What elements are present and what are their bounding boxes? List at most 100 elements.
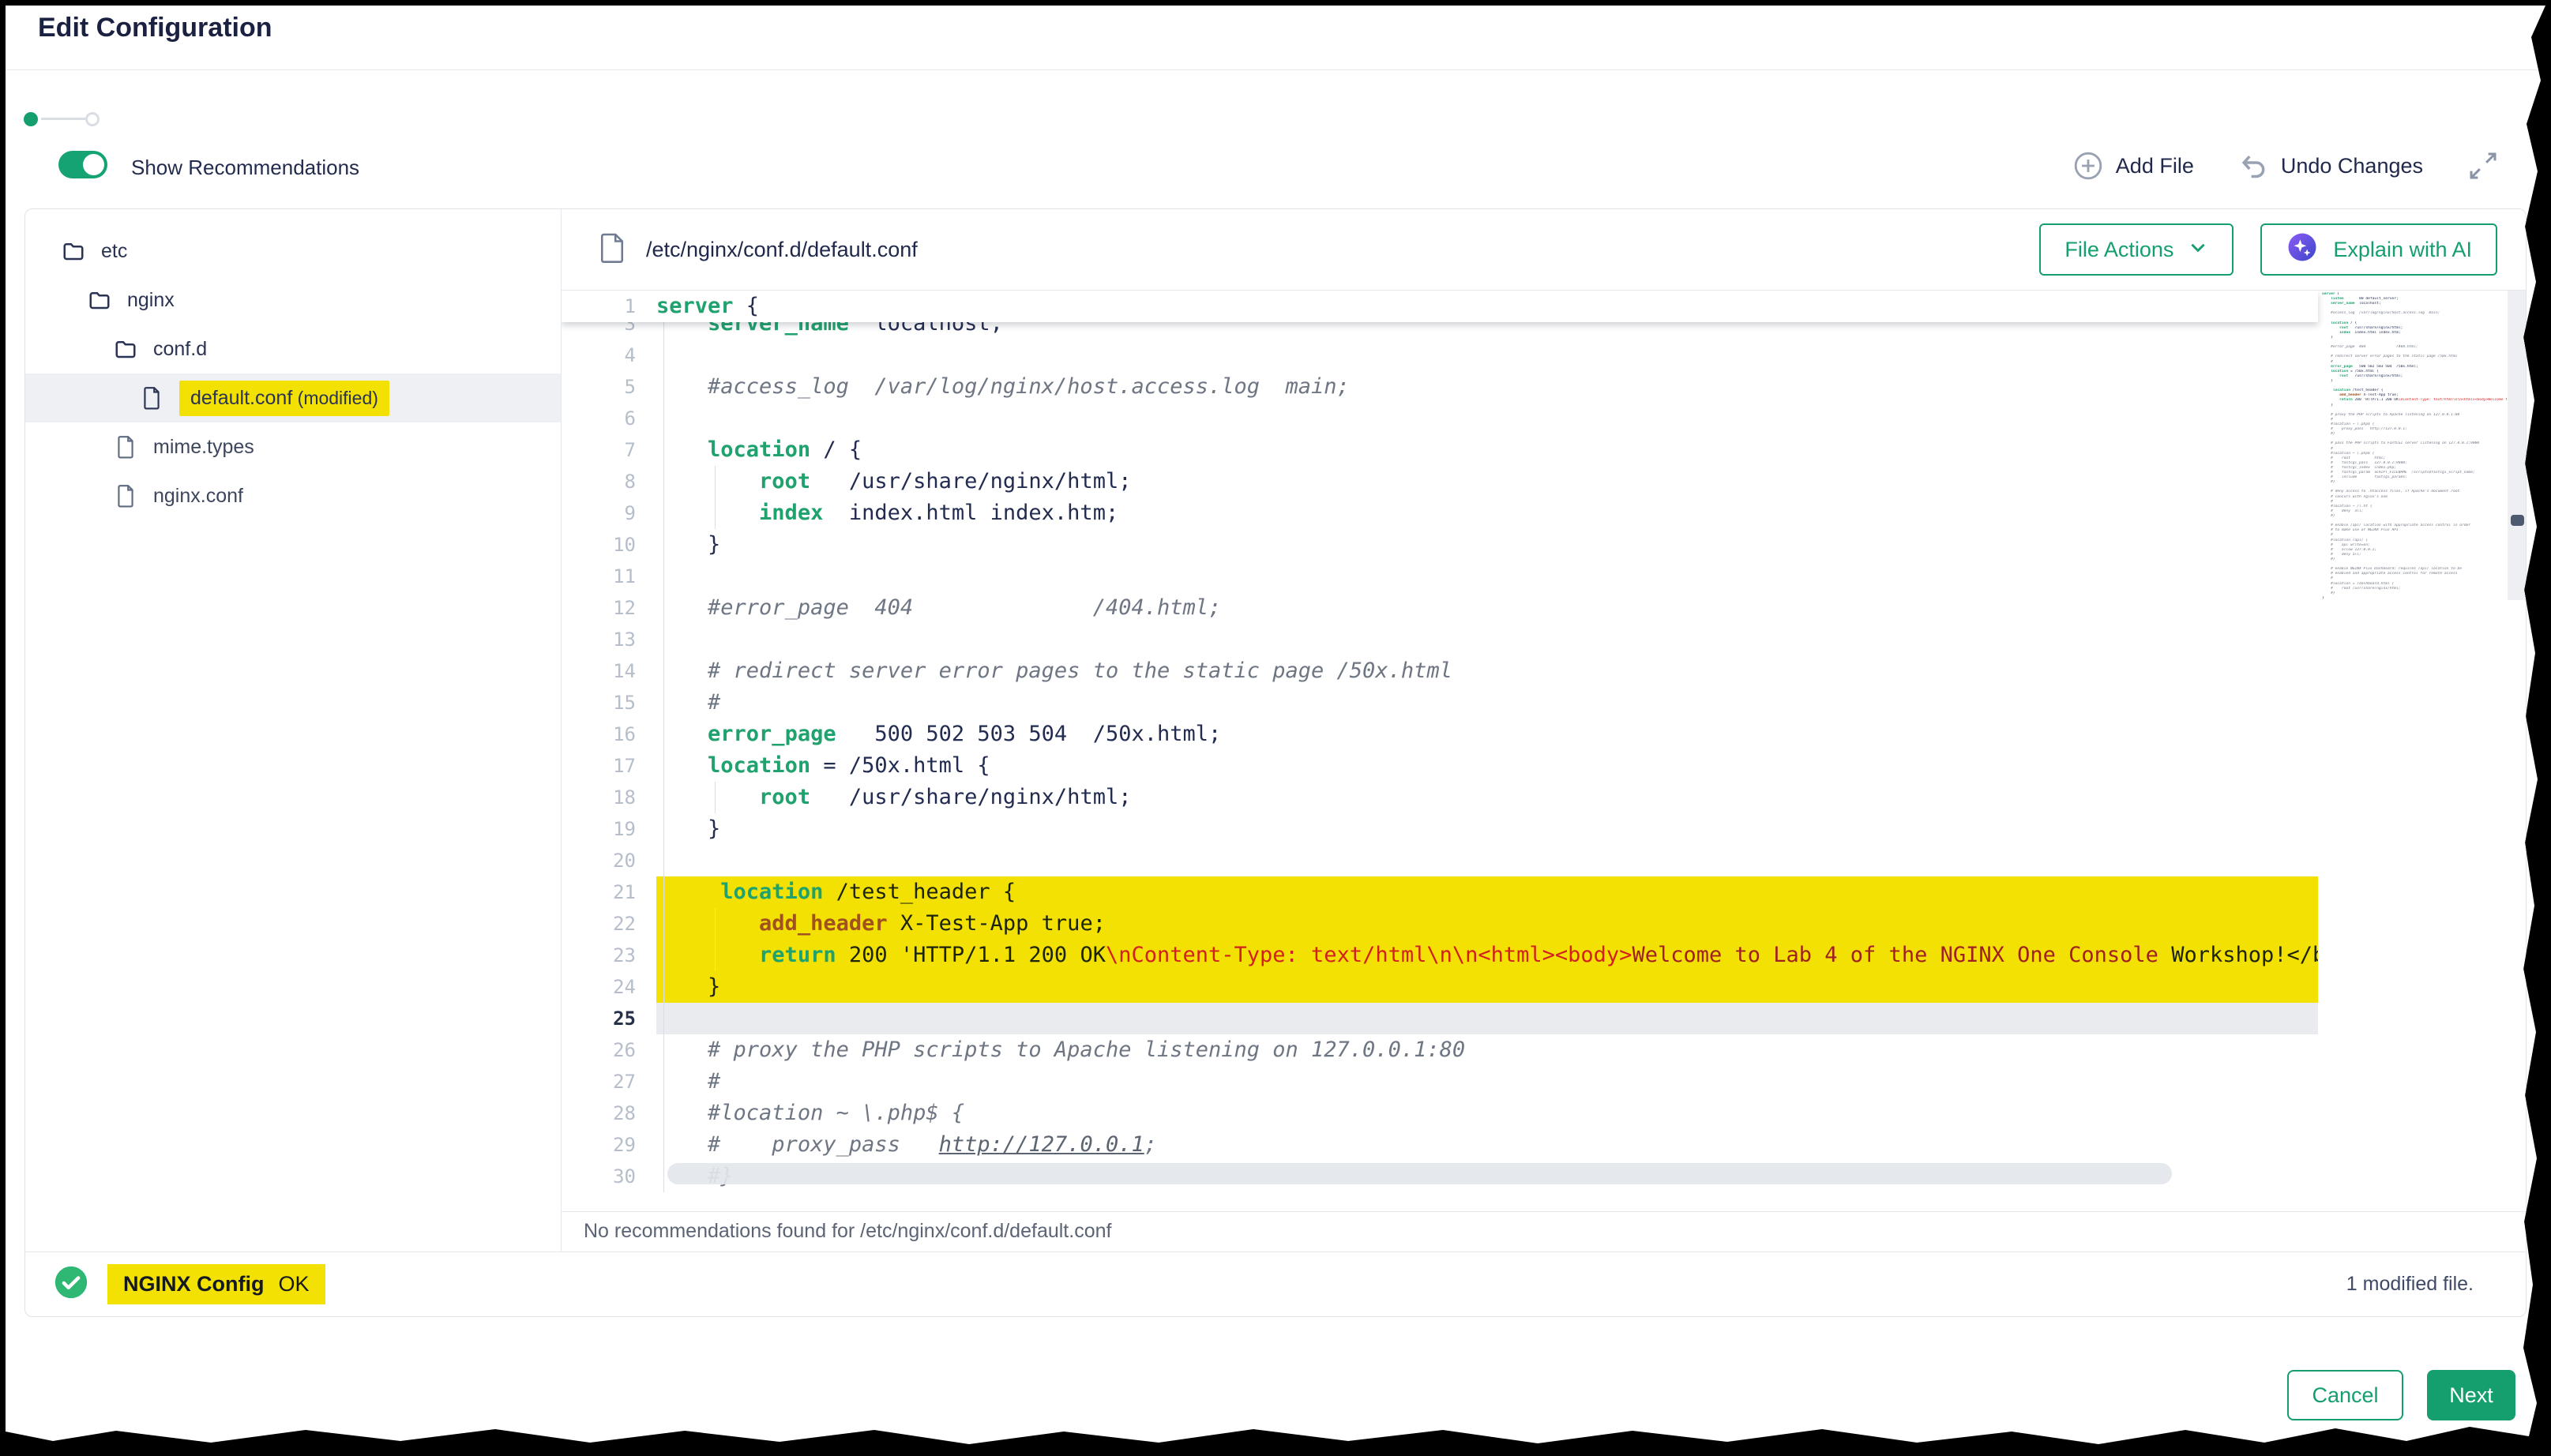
edit-configuration-modal: Edit Configuration Show Recommendations … [6, 6, 2545, 1450]
line-content: index index.html index.htm; [656, 497, 2318, 529]
line-content: } [656, 971, 2318, 1003]
line-number: 11 [562, 561, 656, 592]
file-actions-button[interactable]: File Actions [2039, 223, 2234, 276]
line-content [656, 845, 2318, 876]
minimap[interactable]: server { listen 80 default_server; serve… [2322, 292, 2507, 603]
vertical-scrollbar[interactable] [2508, 291, 2526, 600]
code-line-16: 16 error_page 500 502 503 504 /50x.html; [562, 719, 2526, 750]
code-lines: 3 server_name localhost;45 #access_log /… [562, 291, 2526, 1192]
modified-files-count: 1 modified file. [2346, 1273, 2474, 1296]
line-content: } [656, 529, 2318, 561]
line-number: 15 [562, 687, 656, 719]
code-line-28: 28 #location ~ \.php$ { [562, 1098, 2526, 1129]
line-number: 1 [562, 291, 656, 322]
tree-item-label: default.conf (modified) [179, 381, 389, 416]
sticky-line-1: 1server { [562, 291, 2318, 322]
code-line-11: 11 [562, 561, 2526, 592]
code-line-7: 7 location / { [562, 434, 2526, 466]
line-number: 28 [562, 1098, 656, 1129]
line-number: 24 [562, 971, 656, 1003]
editor-column: /etc/nginx/conf.d/default.conf File Acti… [562, 209, 2526, 1251]
horizontal-scrollbar[interactable] [667, 1163, 2172, 1184]
show-recommendations-toggle[interactable] [58, 151, 107, 178]
line-number: 4 [562, 340, 656, 371]
line-content [656, 340, 2318, 371]
line-content: } [656, 813, 2318, 845]
line-content: #access_log /var/log/nginx/host.access.l… [656, 371, 2318, 403]
line-number: 25 [562, 1003, 656, 1034]
undo-changes-button[interactable]: Undo Changes [2238, 151, 2423, 181]
line-content: location /test_header { [656, 876, 2318, 908]
line-content: # [656, 687, 2318, 719]
line-content [656, 403, 2318, 434]
tree-item-mime-types[interactable]: mime.types [25, 422, 561, 471]
line-content: location / { [656, 434, 2318, 466]
line-number: 17 [562, 750, 656, 782]
file-actions-label: File Actions [2064, 238, 2173, 262]
file-icon [599, 232, 626, 268]
code-line-26: 26 # proxy the PHP scripts to Apache lis… [562, 1034, 2526, 1066]
line-number: 6 [562, 403, 656, 434]
line-number: 5 [562, 371, 656, 403]
line-number: 8 [562, 466, 656, 497]
check-circle-icon [54, 1265, 88, 1304]
folder-icon [88, 288, 111, 312]
tree-item-conf-d[interactable]: conf.d [25, 325, 561, 373]
line-number: 20 [562, 845, 656, 876]
next-button[interactable]: Next [2427, 1370, 2515, 1420]
code-editor[interactable]: 3 server_name localhost;45 #access_log /… [562, 291, 2526, 1211]
line-content: # proxy the PHP scripts to Apache listen… [656, 1034, 2318, 1066]
line-content: #location ~ \.php$ { [656, 1098, 2318, 1129]
file-path: /etc/nginx/conf.d/default.conf [646, 238, 918, 262]
tree-item-nginx[interactable]: nginx [25, 276, 561, 325]
code-line-8: 8 root /usr/share/nginx/html; [562, 466, 2526, 497]
recommendations-message: No recommendations found for /etc/nginx/… [562, 1211, 2526, 1251]
tree-item-etc[interactable]: etc [25, 227, 561, 276]
code-line-15: 15 # [562, 687, 2526, 719]
line-content [656, 561, 2318, 592]
toggle-knob [83, 154, 104, 175]
code-line-5: 5 #access_log /var/log/nginx/host.access… [562, 371, 2526, 403]
code-line-27: 27 # [562, 1066, 2526, 1098]
code-line-12: 12 #error_page 404 /404.html; [562, 592, 2526, 624]
status-label: NGINX Config [123, 1272, 264, 1296]
folder-icon [114, 337, 137, 361]
page-title: Edit Configuration [38, 13, 272, 43]
configuration-panel: etcnginxconf.d default.conf (modified) mim… [24, 208, 2527, 1317]
line-content: server { [656, 291, 2318, 322]
line-number: 16 [562, 719, 656, 750]
add-file-button[interactable]: Add File [2073, 151, 2194, 181]
status-bar: NGINX ConfigOK 1 modified file. [25, 1251, 2526, 1316]
code-line-20: 20 [562, 845, 2526, 876]
line-number: 7 [562, 434, 656, 466]
expand-button[interactable] [2467, 150, 2499, 182]
modal-footer: Cancel Next [24, 1370, 2515, 1420]
code-line-18: 18 root /usr/share/nginx/html; [562, 782, 2526, 813]
header-divider [0, 69, 2551, 70]
file-icon [114, 484, 137, 508]
line-content: # redirect server error pages to the sta… [656, 655, 2318, 687]
line-number: 19 [562, 813, 656, 845]
add-file-label: Add File [2116, 154, 2194, 178]
tree-item-default-conf[interactable]: default.conf (modified) [25, 373, 561, 422]
show-recommendations-label: Show Recommendations [131, 156, 359, 180]
tree-item-nginx-conf[interactable]: nginx.conf [25, 471, 561, 520]
cancel-button[interactable]: Cancel [2287, 1370, 2403, 1420]
line-number: 30 [562, 1161, 656, 1192]
line-number: 10 [562, 529, 656, 561]
line-number: 21 [562, 876, 656, 908]
line-number: 22 [562, 908, 656, 940]
stepper-step-1-current [24, 112, 38, 126]
modified-suffix: (modified) [292, 388, 378, 408]
vertical-scrollbar-thumb[interactable] [2511, 515, 2524, 526]
chevron-down-icon [2188, 237, 2208, 263]
line-content [656, 624, 2318, 655]
stepper-connector [41, 118, 85, 120]
line-number: 23 [562, 940, 656, 971]
line-number: 9 [562, 497, 656, 529]
code-line-24: 24 } [562, 971, 2526, 1003]
line-number: 13 [562, 624, 656, 655]
explain-with-ai-button[interactable]: Explain with AI [2260, 223, 2497, 276]
tree-item-label: mime.types [153, 436, 254, 459]
line-number: 14 [562, 655, 656, 687]
